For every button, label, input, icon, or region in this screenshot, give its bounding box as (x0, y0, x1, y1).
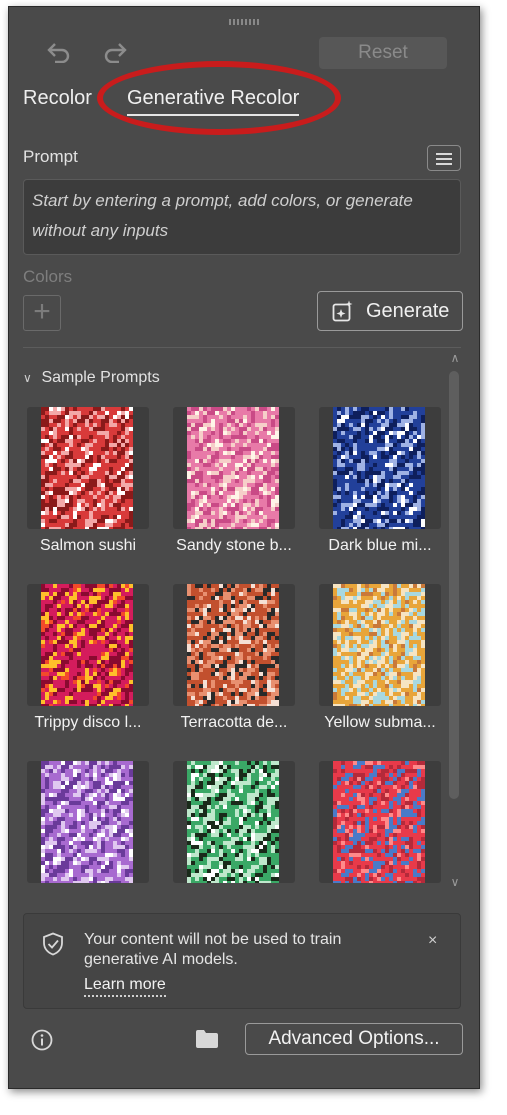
scroll-down-icon[interactable]: ∨ (447, 875, 463, 889)
tab-recolor[interactable]: Recolor (23, 87, 92, 110)
learn-more-link[interactable]: Learn more (84, 976, 166, 997)
generate-button[interactable]: Generate (317, 291, 463, 331)
sample-prompt-card[interactable] (173, 761, 295, 883)
highlight-ellipse-annotation (97, 61, 341, 135)
sample-pattern-swatch (187, 584, 279, 706)
ai-training-notice: Your content will not be used to train g… (23, 913, 461, 1009)
redo-icon[interactable] (103, 41, 129, 68)
prompt-placeholder: Start by entering a prompt, add colors, … (32, 191, 413, 240)
sample-pattern-swatch (41, 407, 133, 529)
sample-pattern-swatch (333, 407, 425, 529)
close-icon[interactable]: × (428, 932, 437, 950)
sample-prompts-toggle[interactable]: ∨ Sample Prompts (23, 369, 160, 387)
sample-prompt-card[interactable] (319, 584, 441, 706)
scroll-up-icon[interactable]: ∧ (447, 351, 463, 365)
sample-pattern-swatch (333, 761, 425, 883)
advanced-options-button[interactable]: Advanced Options... (245, 1023, 463, 1055)
prompt-input[interactable]: Start by entering a prompt, add colors, … (23, 179, 461, 255)
shield-check-icon (43, 932, 63, 956)
sample-prompt-card[interactable] (319, 407, 441, 529)
sample-prompt-label[interactable]: Terracotta de... (164, 714, 304, 732)
add-color-button[interactable]: + (23, 295, 61, 331)
sample-pattern-swatch (187, 407, 279, 529)
sparkle-frame-icon (332, 300, 353, 322)
prompt-label: Prompt (23, 147, 78, 166)
chevron-down-icon: ∨ (23, 371, 32, 385)
panel-drag-grip[interactable] (229, 19, 261, 25)
colors-label: Colors (23, 267, 73, 286)
generative-recolor-panel: Reset Recolor Generative Recolor Prompt … (8, 6, 480, 1089)
sample-prompt-card[interactable] (27, 584, 149, 706)
info-icon[interactable] (31, 1029, 53, 1051)
folder-icon[interactable] (195, 1029, 219, 1049)
sample-prompts-heading: Sample Prompts (41, 369, 160, 386)
sample-pattern-swatch (41, 761, 133, 883)
sample-prompt-card[interactable] (27, 761, 149, 883)
sample-pattern-swatch (41, 584, 133, 706)
sample-prompt-label[interactable]: Salmon sushi (18, 537, 158, 555)
reset-button[interactable]: Reset (319, 37, 447, 69)
sample-pattern-swatch (187, 761, 279, 883)
sample-prompt-card[interactable] (27, 407, 149, 529)
sample-prompt-card[interactable] (173, 584, 295, 706)
undo-icon[interactable] (45, 41, 71, 68)
sample-prompt-label[interactable]: Trippy disco l... (18, 714, 158, 732)
generate-label: Generate (366, 300, 450, 322)
sample-prompt-card[interactable] (319, 761, 441, 883)
sample-prompt-label[interactable]: Dark blue mi... (310, 537, 450, 555)
notice-text: Your content will not be used to train g… (84, 931, 342, 968)
plus-icon: + (33, 295, 51, 328)
scrollbar-thumb[interactable] (449, 371, 459, 799)
section-divider (23, 347, 461, 348)
sample-pattern-swatch (333, 584, 425, 706)
sample-prompt-card[interactable] (173, 407, 295, 529)
sample-prompt-label[interactable]: Sandy stone b... (164, 537, 304, 555)
sample-prompt-label[interactable]: Yellow subma... (310, 714, 450, 732)
prompt-menu-button[interactable] (427, 145, 461, 171)
